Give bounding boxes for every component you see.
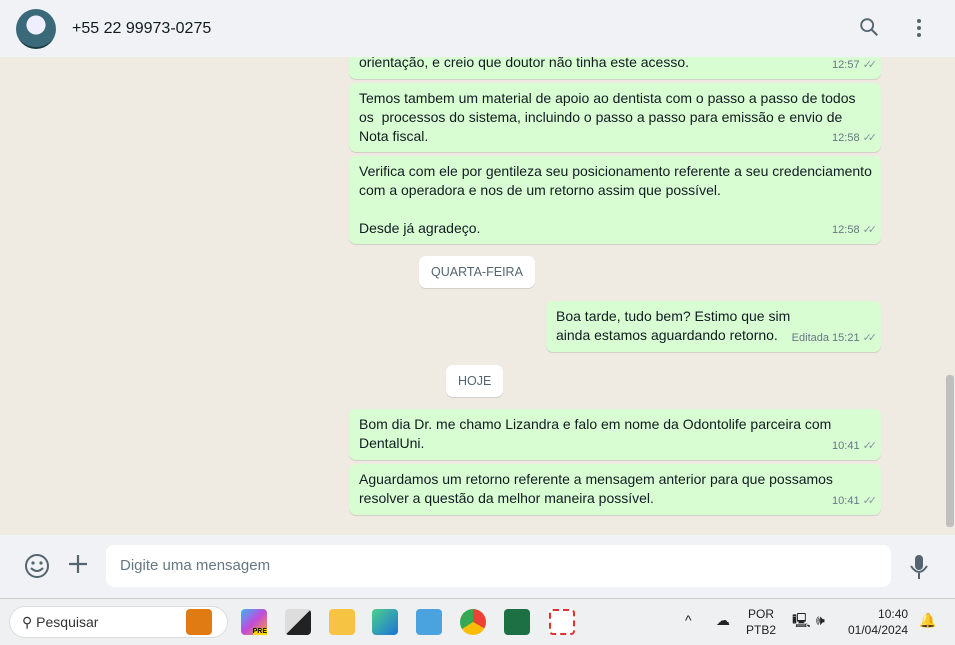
contact-name[interactable]: +55 22 99973-0275: [72, 20, 211, 38]
read-check-icon: ✓✓: [862, 132, 878, 144]
cloud-off-icon[interactable]: ☁: [716, 612, 730, 628]
microphone-icon[interactable]: [909, 554, 929, 586]
message-text: Boa tarde, tudo bem? Estimo que sim aind…: [556, 308, 795, 343]
date-separator: HOJE: [446, 365, 504, 397]
search-label: Pesquisar: [36, 614, 99, 630]
message-text: orientação, e creio que doutor não tinha…: [359, 57, 689, 70]
scrollbar[interactable]: [946, 375, 954, 527]
message-meta: 12:57 ✓✓: [832, 59, 878, 71]
message-meta: Editada 15:21 ✓✓: [791, 332, 878, 344]
read-check-icon: ✓✓: [862, 495, 878, 507]
taskbar: ⚲ Pesquisar PRE ^ ☁ POR PTB2 🖳 🕪 10:40 01/…: [0, 598, 955, 645]
avatar[interactable]: [16, 8, 56, 49]
message-input[interactable]: Digite uma mensagem: [106, 545, 891, 587]
chrome-icon[interactable]: [460, 609, 486, 635]
message: orientação, e creio que doutor não tinha…: [349, 57, 881, 79]
message: Temos tambem um material de apoio ao den…: [349, 83, 881, 152]
excel-icon[interactable]: [504, 609, 530, 635]
composer: Digite uma mensagem: [0, 535, 955, 598]
edge-icon[interactable]: [372, 609, 398, 635]
message: Boa tarde, tudo bem? Estimo que sim aind…: [546, 301, 881, 352]
message-meta: 12:58 ✓✓: [832, 132, 878, 144]
attach-plus-icon[interactable]: [67, 553, 89, 581]
message-text: Aguardamos um retorno referente a mensag…: [359, 471, 837, 506]
copilot-icon[interactable]: PRE: [241, 609, 267, 635]
read-check-icon: ✓✓: [862, 59, 878, 71]
volume-icon[interactable]: 🕪: [816, 612, 825, 628]
message-list: orientação, e creio que doutor não tinha…: [0, 57, 955, 535]
search-icon[interactable]: [857, 16, 881, 40]
chat-header: +55 22 99973-0275: [0, 0, 955, 57]
read-check-icon: ✓✓: [862, 224, 878, 236]
notification-bell-icon[interactable]: 🔔: [919, 612, 936, 628]
message-text: Bom dia Dr. me chamo Lizandra e falo em …: [359, 416, 836, 451]
message-meta: 10:41 ✓✓: [832, 495, 878, 507]
menu-icon[interactable]: [907, 16, 931, 40]
chevron-up-icon[interactable]: ^: [685, 612, 692, 628]
language-indicator[interactable]: POR PTB2: [746, 606, 776, 638]
message: Bom dia Dr. me chamo Lizandra e falo em …: [349, 409, 881, 460]
read-check-icon: ✓✓: [862, 440, 878, 452]
message-text: Temos tambem um material de apoio ao den…: [359, 90, 860, 144]
message: Aguardamos um retorno referente a mensag…: [349, 464, 881, 515]
message-meta: 12:58 ✓✓: [832, 224, 878, 236]
briefcase-icon[interactable]: [186, 609, 212, 635]
message-text: Verifica com ele por gentileza seu posic…: [359, 163, 872, 236]
task-view-icon[interactable]: [285, 609, 311, 635]
message: Verifica com ele por gentileza seu posic…: [349, 156, 881, 244]
network-icon[interactable]: 🖳: [792, 612, 811, 628]
date-separator: QUARTA-FEIRA: [419, 256, 535, 288]
message-meta: 10:41 ✓✓: [832, 440, 878, 452]
file-explorer-icon[interactable]: [329, 609, 355, 635]
notepad-icon[interactable]: [416, 609, 442, 635]
emoji-icon[interactable]: [24, 553, 50, 585]
snipping-tool-icon[interactable]: [549, 609, 575, 635]
clock[interactable]: 10:40 01/04/2024: [848, 606, 908, 638]
read-check-icon: ✓✓: [862, 332, 878, 344]
search-icon: ⚲: [22, 614, 33, 630]
